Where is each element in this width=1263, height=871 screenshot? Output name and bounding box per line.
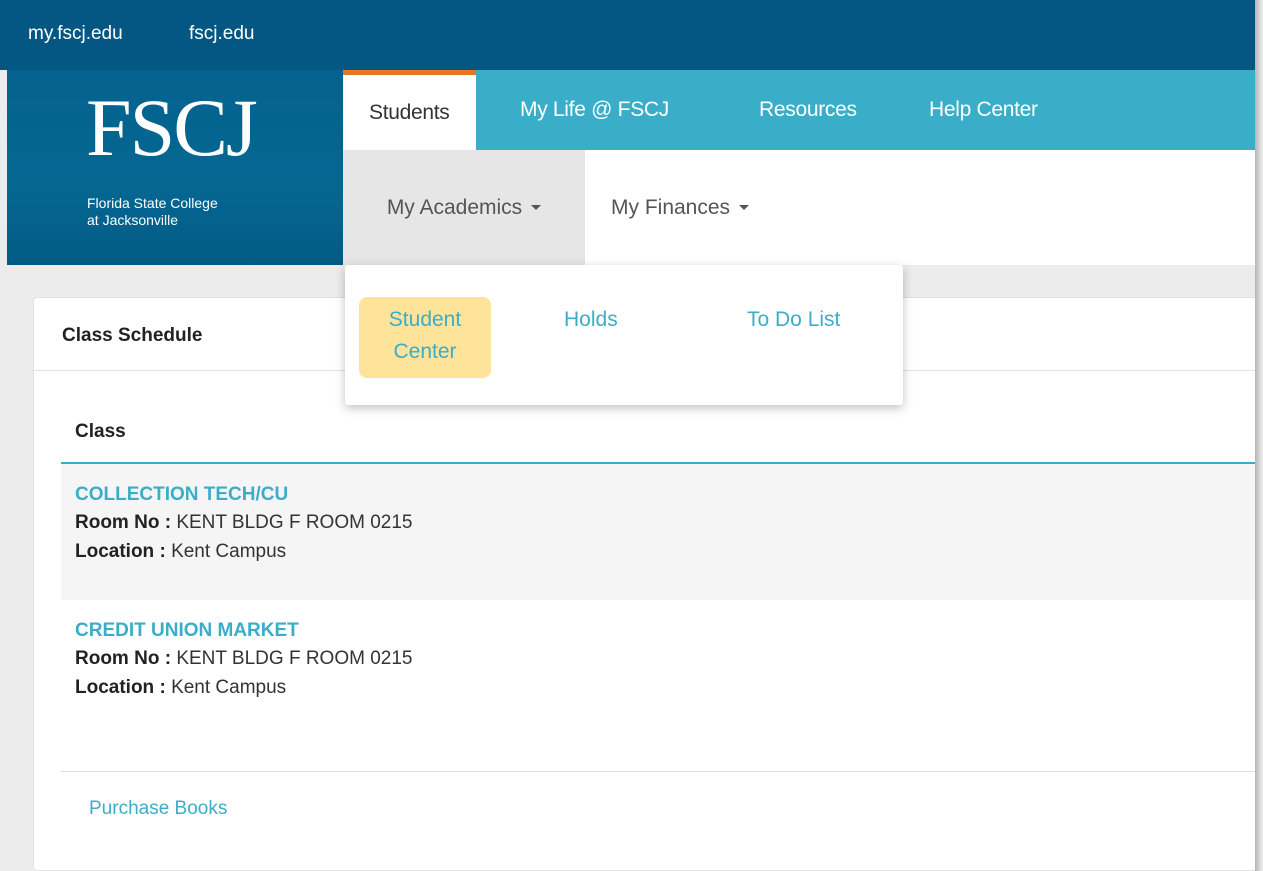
tab-help-center[interactable]: Help Center <box>929 70 1038 150</box>
menu-my-academics[interactable]: My Academics <box>343 150 585 265</box>
logo-wordmark: FSCJ <box>86 82 258 173</box>
card-title: Class Schedule <box>62 325 203 346</box>
sub-nav: My Academics My Finances <box>343 150 1255 265</box>
tab-my-life[interactable]: My Life @ FSCJ <box>520 70 669 150</box>
academics-dropdown: Student Center Holds To Do List <box>345 265 903 405</box>
logo-subtitle: Florida State College at Jacksonville <box>87 195 218 228</box>
footer-divider <box>61 771 1256 772</box>
room-line: Room No : KENT BLDG F ROOM 0215 <box>75 648 413 669</box>
chevron-down-icon <box>531 205 542 210</box>
class-name-link[interactable]: COLLECTION TECH/CU <box>75 482 1256 508</box>
menu-my-finances-label: My Finances <box>611 195 731 219</box>
column-header-class: Class <box>75 421 126 442</box>
menu-my-academics-label: My Academics <box>386 195 523 219</box>
dropdown-item-holds[interactable]: Holds <box>564 304 618 336</box>
tab-resources[interactable]: Resources <box>759 70 857 150</box>
menu-my-finances[interactable]: My Finances <box>611 150 750 265</box>
link-my-fscj[interactable]: my.fscj.edu <box>28 23 123 45</box>
room-line: Room No : KENT BLDG F ROOM 0215 <box>75 512 413 533</box>
main-nav: Students My Life @ FSCJ Resources Help C… <box>343 70 1255 150</box>
location-line: Location : Kent Campus <box>75 677 287 698</box>
dropdown-item-to-do-list[interactable]: To Do List <box>747 304 840 336</box>
location-line: Location : Kent Campus <box>75 541 287 562</box>
table-row: CREDIT UNION MARKET Room No : KENT BLDG … <box>61 600 1256 736</box>
fscj-logo[interactable]: FSCJ Florida State College at Jacksonvil… <box>7 70 343 265</box>
class-name-link[interactable]: CREDIT UNION MARKET <box>75 618 1256 644</box>
window-edge <box>1255 0 1263 871</box>
dropdown-item-student-center[interactable]: Student Center <box>359 297 491 378</box>
utility-bar: my.fscj.edu fscj.edu <box>0 0 1255 70</box>
purchase-books-link[interactable]: Purchase Books <box>89 798 227 820</box>
tab-students[interactable]: Students <box>343 70 476 150</box>
link-fscj[interactable]: fscj.edu <box>189 23 254 45</box>
table-row: COLLECTION TECH/CU Room No : KENT BLDG F… <box>61 464 1256 600</box>
chevron-down-icon <box>739 205 750 210</box>
